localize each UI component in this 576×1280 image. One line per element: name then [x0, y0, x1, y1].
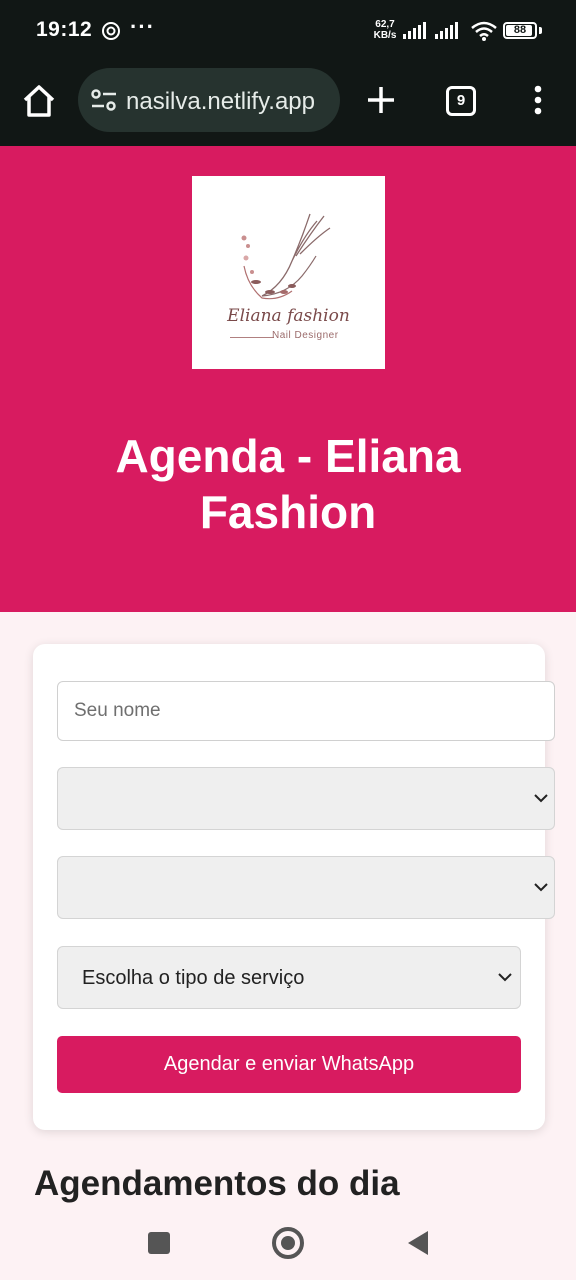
address-bar[interactable]: nasilva.netlify.app [78, 68, 340, 132]
more-vert-icon[interactable] [524, 82, 552, 118]
back-icon[interactable] [406, 1229, 430, 1257]
chevron-down-icon [534, 794, 548, 803]
system-nav-bar [0, 1210, 576, 1280]
network-speed: 62,7 KB/s [371, 19, 399, 41]
browser-toolbar: nasilva.netlify.app 9 [0, 64, 576, 146]
brand-logo: Eliana fashion Nail Designer [192, 176, 385, 369]
network-speed-value: 62,7 [375, 19, 395, 30]
home-circle-icon[interactable] [272, 1227, 304, 1259]
chevron-down-icon [498, 973, 512, 982]
logo-tagline: Nail Designer [272, 330, 339, 341]
tabs-counter-button[interactable]: 9 [446, 86, 476, 116]
service-select-value: Escolha o tipo de serviço [82, 967, 305, 989]
network-speed-unit: KB/s [373, 30, 397, 41]
signal-icon [403, 22, 426, 39]
appointments-section-title: Agendamentos do dia [34, 1164, 400, 1203]
status-time: 19:12 [36, 18, 93, 41]
submit-whatsapp-button[interactable]: Agendar e enviar WhatsApp [57, 1036, 521, 1093]
wifi-icon [471, 21, 497, 41]
plus-icon[interactable] [364, 82, 398, 118]
home-icon[interactable] [20, 82, 58, 120]
openai-icon [102, 22, 120, 40]
battery-cap [539, 27, 542, 34]
page-header: Eliana fashion Nail Designer Agenda - El… [0, 146, 576, 612]
name-input[interactable] [57, 681, 555, 741]
logo-brand-name: Eliana fashion [227, 306, 350, 326]
date-select[interactable] [57, 767, 555, 830]
home-circle-dot [281, 1236, 295, 1250]
chevron-down-icon [534, 883, 548, 892]
service-select[interactable]: Escolha o tipo de serviço [57, 946, 521, 1009]
battery-percent: 88 [513, 24, 527, 36]
status-bar: 19:12 ··· 62,7 KB/s 88 [0, 0, 576, 64]
url-text[interactable]: nasilva.netlify.app [126, 88, 340, 116]
time-select[interactable] [57, 856, 555, 919]
logo-divider [230, 337, 274, 338]
status-more-icon: ··· [130, 14, 155, 39]
signal-icon [435, 22, 458, 39]
battery-icon: 88 [503, 22, 537, 39]
page-title: Agenda - Eliana Fashion [115, 430, 461, 538]
booking-form: Escolha o tipo de serviço Agendar e envi… [33, 644, 555, 1130]
recent-apps-icon[interactable] [148, 1232, 170, 1254]
tune-icon[interactable] [90, 88, 118, 112]
